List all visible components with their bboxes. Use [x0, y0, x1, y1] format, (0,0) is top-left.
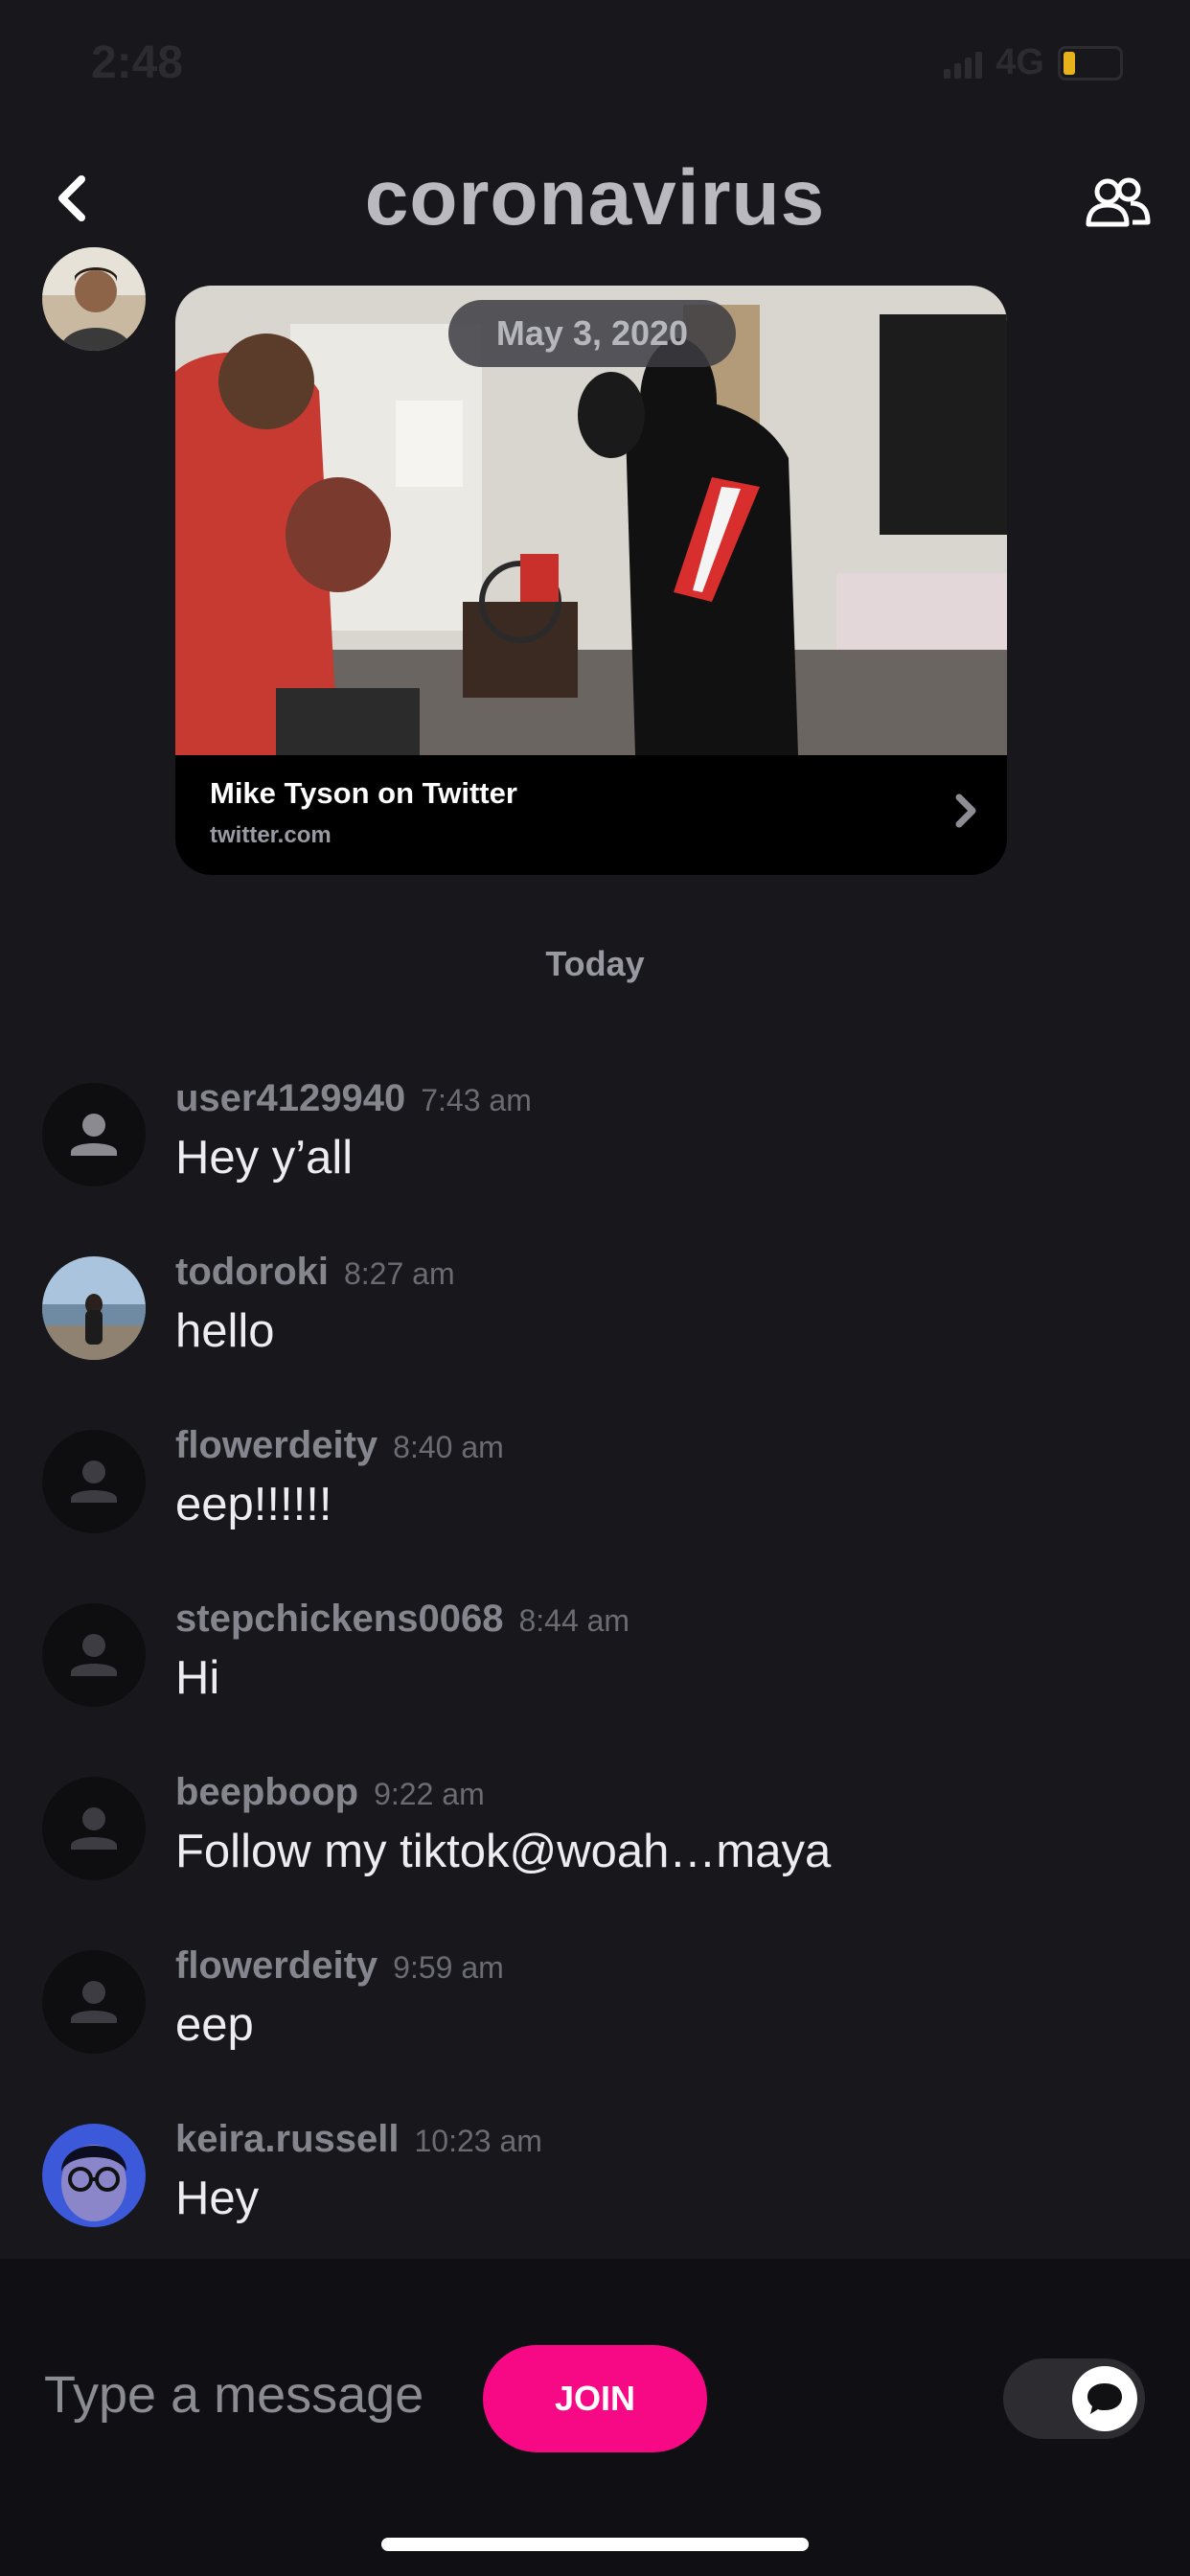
message-header: flowerdeity 8:40 am	[175, 1424, 504, 1467]
message-username[interactable]: flowerdeity	[175, 1944, 378, 1988]
message-username[interactable]: flowerdeity	[175, 1424, 378, 1467]
status-bar: 2:48 4G	[0, 0, 1190, 129]
avatar[interactable]	[42, 1083, 146, 1186]
avatar[interactable]	[42, 2124, 146, 2227]
message-item: stepchickens0068 8:44 am Hi	[0, 1598, 1190, 1766]
chat-header: coronavirus	[0, 144, 1190, 259]
network-label: 4G	[995, 42, 1044, 82]
message-username[interactable]: keira.russell	[175, 2118, 400, 2161]
status-indicators: 4G	[944, 42, 1123, 83]
message-time: 9:59 am	[393, 1950, 504, 1985]
message-username[interactable]: todoroki	[175, 1251, 329, 1294]
avatar[interactable]	[42, 1603, 146, 1707]
message-time: 8:40 am	[393, 1430, 504, 1464]
message-username[interactable]: user4129940	[175, 1077, 405, 1120]
message-item: user4129940 7:43 am Hey y’all	[0, 1077, 1190, 1246]
message-time: 7:43 am	[421, 1083, 532, 1117]
message-composer: JOIN	[0, 2259, 1190, 2576]
message-header: user4129940 7:43 am	[175, 1077, 532, 1120]
avatar[interactable]	[42, 1256, 146, 1360]
message-time: 8:44 am	[518, 1603, 630, 1638]
battery-icon	[1058, 45, 1123, 80]
message-text: hello	[175, 1305, 275, 1357]
user-photo	[42, 1256, 146, 1360]
link-domain: twitter.com	[210, 822, 332, 848]
message-time: 10:23 am	[414, 2124, 542, 2158]
message-header: todoroki 8:27 am	[175, 1251, 455, 1294]
avatar[interactable]	[42, 1430, 146, 1533]
link-preview-card[interactable]: May 3, 2020 Mike Tyson on Twitter twitte…	[175, 286, 1007, 875]
user-photo	[42, 247, 146, 351]
link-title: Mike Tyson on Twitter	[210, 776, 517, 810]
message-header: keira.russell 10:23 am	[175, 2118, 542, 2161]
message-time: 9:22 am	[374, 1777, 485, 1811]
group-icon	[1086, 177, 1151, 227]
message-item: flowerdeity 9:59 am eep	[0, 1944, 1190, 2113]
message-text: Follow my tiktok@woah…maya	[175, 1826, 832, 1877]
default-avatar-icon	[71, 1634, 117, 1676]
day-separator: Today	[545, 944, 645, 983]
date-badge: May 3, 2020	[448, 300, 736, 367]
default-avatar-icon	[71, 1981, 117, 2023]
avatar[interactable]	[42, 1777, 146, 1880]
chat-bubble-icon	[1070, 2364, 1139, 2433]
chat-toggle[interactable]	[1003, 2358, 1145, 2439]
home-indicator[interactable]	[381, 2538, 809, 2551]
message-item: beepboop 9:22 am Follow my tiktok@woah…m…	[0, 1771, 1190, 1940]
message-item: flowerdeity 8:40 am eep!!!!!!	[0, 1424, 1190, 1593]
default-avatar-icon	[71, 1807, 117, 1850]
message-text: Hey	[175, 2173, 260, 2224]
default-avatar-icon	[71, 1460, 117, 1503]
page-title: coronavirus	[364, 154, 826, 242]
message-username[interactable]: stepchickens0068	[175, 1598, 503, 1641]
avatar[interactable]	[42, 1950, 146, 2054]
join-button[interactable]: JOIN	[483, 2345, 707, 2452]
default-avatar-icon	[71, 1114, 117, 1156]
message-text: Hey y’all	[175, 1132, 354, 1184]
avatar[interactable]	[42, 247, 146, 351]
signal-icon	[944, 48, 983, 79]
members-button[interactable]	[1079, 165, 1156, 242]
chevron-right-icon	[953, 792, 978, 835]
message-header: beepboop 9:22 am	[175, 1771, 485, 1814]
message-input[interactable]	[42, 2364, 448, 2426]
message-time: 8:27 am	[343, 1256, 455, 1291]
message-header: flowerdeity 9:59 am	[175, 1944, 504, 1988]
status-time: 2:48	[91, 37, 184, 88]
message-text: eep!!!!!!	[175, 1479, 332, 1530]
message-header: stepchickens0068 8:44 am	[175, 1598, 629, 1641]
message-username[interactable]: beepboop	[175, 1771, 358, 1814]
message-item: todoroki 8:27 am hello	[0, 1251, 1190, 1419]
user-photo	[42, 2124, 146, 2227]
message-text: Hi	[175, 1652, 220, 1704]
message-text: eep	[175, 1999, 254, 2051]
